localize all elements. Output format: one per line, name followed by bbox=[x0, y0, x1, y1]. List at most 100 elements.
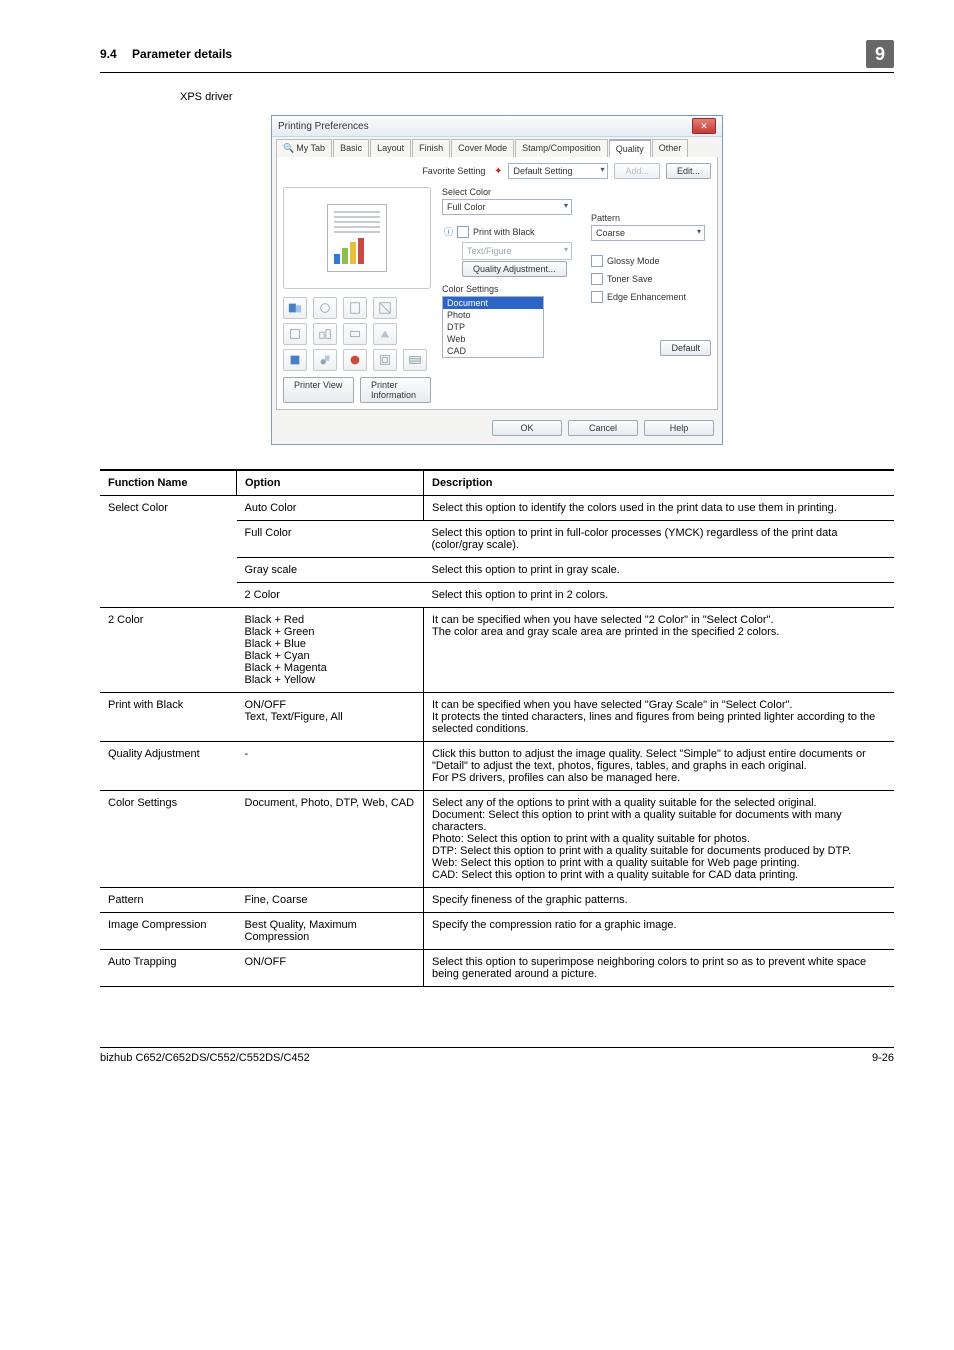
desc-cell: Select this option to superimpose neighb… bbox=[424, 950, 895, 987]
option-cell: Best Quality, Maximum Compression bbox=[237, 913, 424, 950]
select-color-select[interactable]: Full Color bbox=[442, 199, 572, 215]
desc-cell: It can be specified when you have select… bbox=[424, 693, 895, 742]
tab-label: My Tab bbox=[296, 143, 325, 153]
cancel-button[interactable]: Cancel bbox=[568, 420, 638, 436]
option-cell: ON/OFF bbox=[237, 950, 424, 987]
print-with-black-checkbox[interactable] bbox=[457, 226, 469, 238]
glossy-label: Glossy Mode bbox=[607, 256, 660, 266]
close-icon[interactable]: ✕ bbox=[692, 118, 716, 134]
print-with-black-select[interactable]: Text/Figure bbox=[462, 242, 572, 260]
header-bar: 9.4 Parameter details 9 bbox=[100, 40, 894, 73]
footer-model: bizhub C652/C652DS/C552/C552DS/C452 bbox=[100, 1052, 310, 1064]
desc-cell: Select any of the options to print with … bbox=[424, 791, 895, 888]
table-row: Select Color Auto Color Select this opti… bbox=[100, 496, 894, 521]
search-icon: 🔍 bbox=[283, 143, 294, 153]
printer-info-button[interactable]: Printer Information bbox=[360, 377, 431, 403]
preview-area bbox=[283, 187, 431, 289]
option-icon[interactable] bbox=[313, 297, 337, 319]
tab-quality[interactable]: Quality bbox=[609, 139, 651, 157]
desc-cell: It can be specified when you have select… bbox=[424, 608, 895, 693]
driver-label: XPS driver bbox=[180, 91, 894, 103]
desc-cell: Click this button to adjust the image qu… bbox=[424, 742, 895, 791]
select-color-label: Select Color bbox=[442, 187, 581, 197]
tab-stamp[interactable]: Stamp/Composition bbox=[515, 139, 608, 157]
option-icon[interactable] bbox=[343, 349, 367, 371]
tab-covermode[interactable]: Cover Mode bbox=[451, 139, 514, 157]
table-row: Color Settings Document, Photo, DTP, Web… bbox=[100, 791, 894, 888]
table-row: Print with Black ON/OFF Text, Text/Figur… bbox=[100, 693, 894, 742]
list-item[interactable]: Web bbox=[443, 333, 543, 345]
option-icon[interactable] bbox=[373, 323, 397, 345]
desc-cell: Specify fineness of the graphic patterns… bbox=[424, 888, 895, 913]
footer-page: 9-26 bbox=[872, 1052, 894, 1064]
table-row: Quality Adjustment - Click this button t… bbox=[100, 742, 894, 791]
parameter-table: Function Name Option Description Select … bbox=[100, 469, 894, 987]
list-item[interactable]: Photo bbox=[443, 309, 543, 321]
option-icon[interactable] bbox=[313, 349, 337, 371]
add-favorite-button[interactable]: Add... bbox=[614, 163, 660, 179]
favorite-label: Favorite Setting bbox=[422, 166, 488, 176]
option-icon[interactable] bbox=[283, 323, 307, 345]
option-cell: ON/OFF Text, Text/Figure, All bbox=[237, 693, 424, 742]
tab-layout[interactable]: Layout bbox=[370, 139, 411, 157]
page-footer: bizhub C652/C652DS/C552/C552DS/C452 9-26 bbox=[100, 1047, 894, 1064]
desc-cell: Select this option to print in 2 colors. bbox=[424, 583, 895, 608]
favorite-icon: ✦ bbox=[494, 166, 502, 177]
pattern-label: Pattern bbox=[591, 213, 711, 223]
preview-document-icon bbox=[327, 204, 387, 272]
option-icon[interactable] bbox=[373, 349, 397, 371]
col-option: Option bbox=[237, 470, 424, 496]
option-cell: Auto Color bbox=[237, 496, 424, 521]
printing-preferences-dialog: Printing Preferences ✕ 🔍My Tab Basic Lay… bbox=[271, 115, 723, 445]
edit-favorite-button[interactable]: Edit... bbox=[666, 163, 711, 179]
option-cell: 2 Color bbox=[237, 583, 424, 608]
option-icon[interactable] bbox=[283, 297, 307, 319]
color-settings-list[interactable]: Document Photo DTP Web CAD bbox=[442, 296, 544, 358]
option-icon[interactable] bbox=[283, 349, 307, 371]
tab-strip: 🔍My Tab Basic Layout Finish Cover Mode S… bbox=[272, 137, 722, 157]
toner-save-label: Toner Save bbox=[607, 274, 653, 284]
desc-cell: Select this option to identify the color… bbox=[424, 496, 895, 521]
table-row: Pattern Fine, Coarse Specify fineness of… bbox=[100, 888, 894, 913]
option-icon[interactable] bbox=[373, 297, 397, 319]
print-with-black-label: Print with Black bbox=[473, 227, 535, 237]
info-icon: ⓘ bbox=[444, 225, 453, 238]
option-cell: Document, Photo, DTP, Web, CAD bbox=[237, 791, 424, 888]
option-icon[interactable] bbox=[403, 349, 427, 371]
fn-cell: Print with Black bbox=[100, 693, 237, 742]
option-cell: Gray scale bbox=[237, 558, 424, 583]
table-row: Image Compression Best Quality, Maximum … bbox=[100, 913, 894, 950]
option-icon[interactable] bbox=[343, 323, 367, 345]
tab-mytab[interactable]: 🔍My Tab bbox=[276, 139, 332, 157]
glossy-checkbox[interactable] bbox=[591, 255, 603, 267]
section-number: 9.4 bbox=[100, 47, 117, 61]
option-cell: Fine, Coarse bbox=[237, 888, 424, 913]
edge-enhancement-checkbox[interactable] bbox=[591, 291, 603, 303]
chapter-badge: 9 bbox=[866, 40, 894, 68]
tab-finish[interactable]: Finish bbox=[412, 139, 450, 157]
help-button[interactable]: Help bbox=[644, 420, 714, 436]
col-description: Description bbox=[424, 470, 895, 496]
pattern-select[interactable]: Coarse bbox=[591, 225, 705, 241]
quality-adjustment-button[interactable]: Quality Adjustment... bbox=[462, 261, 567, 277]
option-cell: Black + Red Black + Green Black + Blue B… bbox=[237, 608, 424, 693]
option-icon[interactable] bbox=[313, 323, 337, 345]
tab-basic[interactable]: Basic bbox=[333, 139, 369, 157]
list-item[interactable]: Document bbox=[443, 297, 543, 309]
printer-view-button[interactable]: Printer View bbox=[283, 377, 354, 403]
section-title: Parameter details bbox=[132, 47, 232, 61]
toner-save-checkbox[interactable] bbox=[591, 273, 603, 285]
ok-button[interactable]: OK bbox=[492, 420, 562, 436]
list-item[interactable]: DTP bbox=[443, 321, 543, 333]
color-settings-label: Color Settings bbox=[442, 284, 581, 294]
fn-cell: Pattern bbox=[100, 888, 237, 913]
tab-other[interactable]: Other bbox=[652, 139, 689, 157]
fn-cell: Select Color bbox=[100, 496, 237, 608]
desc-cell: Select this option to print in full-colo… bbox=[424, 521, 895, 558]
favorite-select[interactable]: Default Setting bbox=[508, 163, 608, 179]
default-button[interactable]: Default bbox=[660, 340, 711, 356]
list-item[interactable]: CAD bbox=[443, 345, 543, 357]
option-icon[interactable] bbox=[343, 297, 367, 319]
option-cell: - bbox=[237, 742, 424, 791]
option-cell: Full Color bbox=[237, 521, 424, 558]
